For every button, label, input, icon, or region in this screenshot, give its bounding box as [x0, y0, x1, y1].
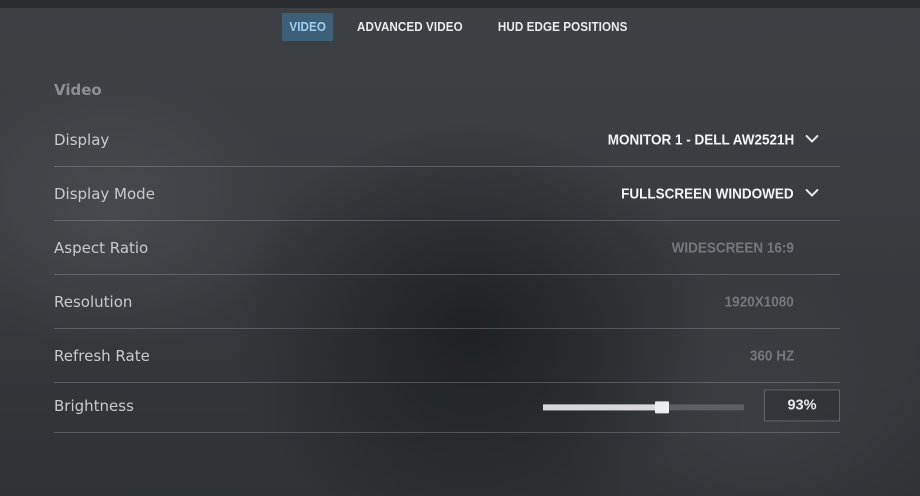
- aspect-ratio-value: WIDESCREEN 16:9: [671, 239, 794, 256]
- setting-row-display-mode[interactable]: Display Mode FULLSCREEN WINDOWED: [54, 167, 840, 221]
- chevron-down-icon[interactable]: [804, 184, 820, 200]
- display-dropdown[interactable]: MONITOR 1 - DELL AW2521H: [607, 131, 794, 148]
- brightness-slider-fill: [543, 403, 662, 410]
- brightness-label: Brightness: [54, 396, 134, 415]
- tab-video[interactable]: VIDEO: [281, 13, 334, 41]
- tab-hud-edge-positions[interactable]: HUD EDGE POSITIONS: [490, 13, 634, 41]
- display-label: Display: [54, 130, 110, 149]
- brightness-slider[interactable]: [543, 400, 744, 413]
- display-mode-dropdown[interactable]: FULLSCREEN WINDOWED: [622, 185, 794, 202]
- top-bar: [0, 0, 920, 8]
- refresh-rate-value: 360 HZ: [749, 347, 794, 364]
- brightness-percent-input[interactable]: 93%: [764, 388, 840, 421]
- refresh-rate-label: Refresh Rate: [54, 346, 150, 365]
- setting-row-aspect-ratio: Aspect Ratio WIDESCREEN 16:9: [54, 221, 840, 275]
- resolution-label: Resolution: [54, 292, 133, 311]
- settings-tabs: VIDEO ADVANCED VIDEO HUD EDGE POSITIONS: [0, 13, 920, 41]
- resolution-value: 1920X1080: [724, 293, 794, 310]
- aspect-ratio-label: Aspect Ratio: [54, 238, 149, 257]
- setting-row-display[interactable]: Display MONITOR 1 - DELL AW2521H: [54, 113, 840, 167]
- settings-list: Display MONITOR 1 - DELL AW2521H Display…: [54, 113, 840, 433]
- video-settings-section: Video Display MONITOR 1 - DELL AW2521H D…: [54, 80, 840, 433]
- section-title: Video: [54, 81, 102, 99]
- brightness-slider-thumb[interactable]: [654, 400, 669, 413]
- tab-advanced-video[interactable]: ADVANCED VIDEO: [350, 13, 471, 41]
- setting-row-brightness: Brightness 93%: [54, 383, 840, 433]
- chevron-down-icon[interactable]: [804, 130, 820, 146]
- setting-row-resolution: Resolution 1920X1080: [54, 275, 840, 329]
- setting-row-refresh-rate: Refresh Rate 360 HZ: [54, 329, 840, 383]
- display-mode-label: Display Mode: [54, 184, 155, 203]
